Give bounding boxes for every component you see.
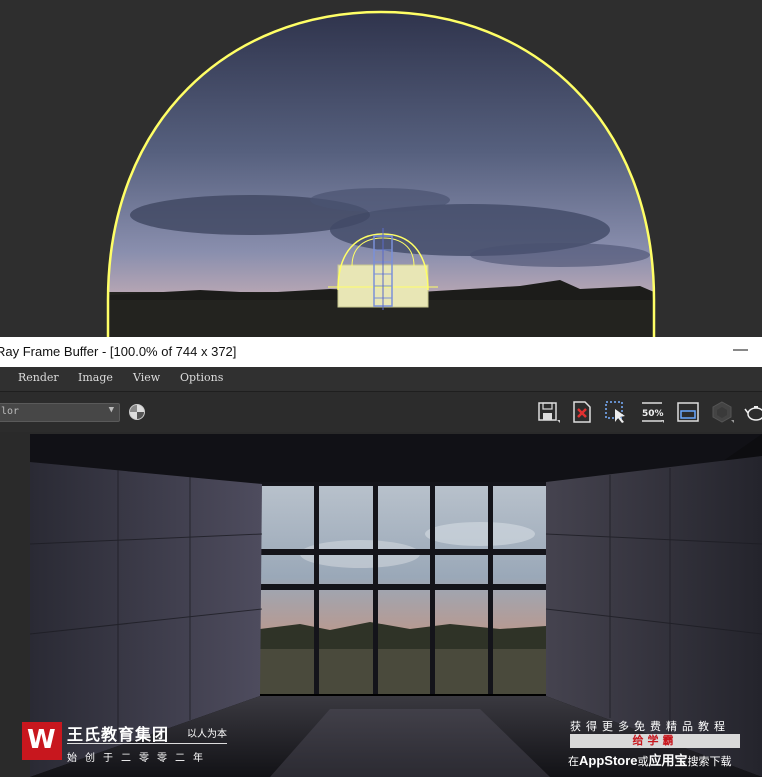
menu-image[interactable]: Image — [78, 371, 113, 384]
menu-options[interactable]: Options — [180, 371, 223, 384]
frame-button[interactable] — [676, 400, 700, 424]
brand-divider — [67, 743, 227, 744]
toolbar: lor ▼ 50% — [0, 392, 762, 432]
chevron-down-icon: ▼ — [108, 405, 114, 415]
lens-effects-icon — [712, 401, 734, 423]
brand-logo: W — [22, 722, 62, 760]
brand-name: 王氏教育集团 — [67, 727, 170, 744]
region-select-icon — [605, 401, 625, 423]
promo-app-name: 给学霸 — [570, 734, 740, 748]
menu-view[interactable]: View — [133, 371, 160, 384]
brand-founded: 始创于二零零二年 — [67, 753, 211, 764]
window-title: Ray Frame Buffer - [100.0% of 744 x 372] — [0, 344, 237, 359]
svg-text:50%: 50% — [642, 409, 664, 419]
clear-icon — [573, 401, 591, 423]
channel-select[interactable]: lor ▼ — [0, 403, 120, 422]
channel-value: lor — [1, 406, 20, 417]
zoom-50-icon: 50% — [642, 402, 664, 423]
minimize-button[interactable]: — — [733, 341, 748, 358]
brand-watermark: W 王氏教育集团 以人为本 始创于二零零二年 — [22, 720, 262, 768]
menu-bar: Render Image View Options — [0, 367, 762, 392]
promo-watermark: 获得更多免费精品教程 给学霸 在AppStore或应用宝搜索下载 — [566, 718, 746, 768]
frame-icon — [677, 402, 699, 422]
menu-render[interactable]: Render — [18, 371, 59, 384]
3d-viewport[interactable] — [0, 0, 762, 337]
brand-motto: 以人为本 — [187, 729, 227, 740]
clear-image-button[interactable] — [570, 400, 594, 424]
save-button[interactable] — [536, 400, 560, 424]
render-button[interactable] — [744, 400, 762, 424]
title-bar[interactable]: Ray Frame Buffer - [100.0% of 744 x 372]… — [0, 337, 762, 367]
teapot-icon — [744, 406, 762, 421]
zoom-50-button[interactable]: 50% — [640, 400, 664, 424]
lens-effects-button[interactable] — [710, 400, 734, 424]
frame-buffer-window: Ray Frame Buffer - [100.0% of 744 x 372]… — [0, 337, 762, 777]
region-render-button[interactable] — [604, 400, 628, 424]
color-corrections-icon[interactable] — [129, 404, 145, 420]
save-icon — [538, 402, 560, 423]
dome-scene — [106, 10, 656, 337]
promo-line-3: 在AppStore或应用宝搜索下载 — [568, 753, 732, 768]
promo-line-1: 获得更多免费精品教程 — [570, 721, 730, 733]
